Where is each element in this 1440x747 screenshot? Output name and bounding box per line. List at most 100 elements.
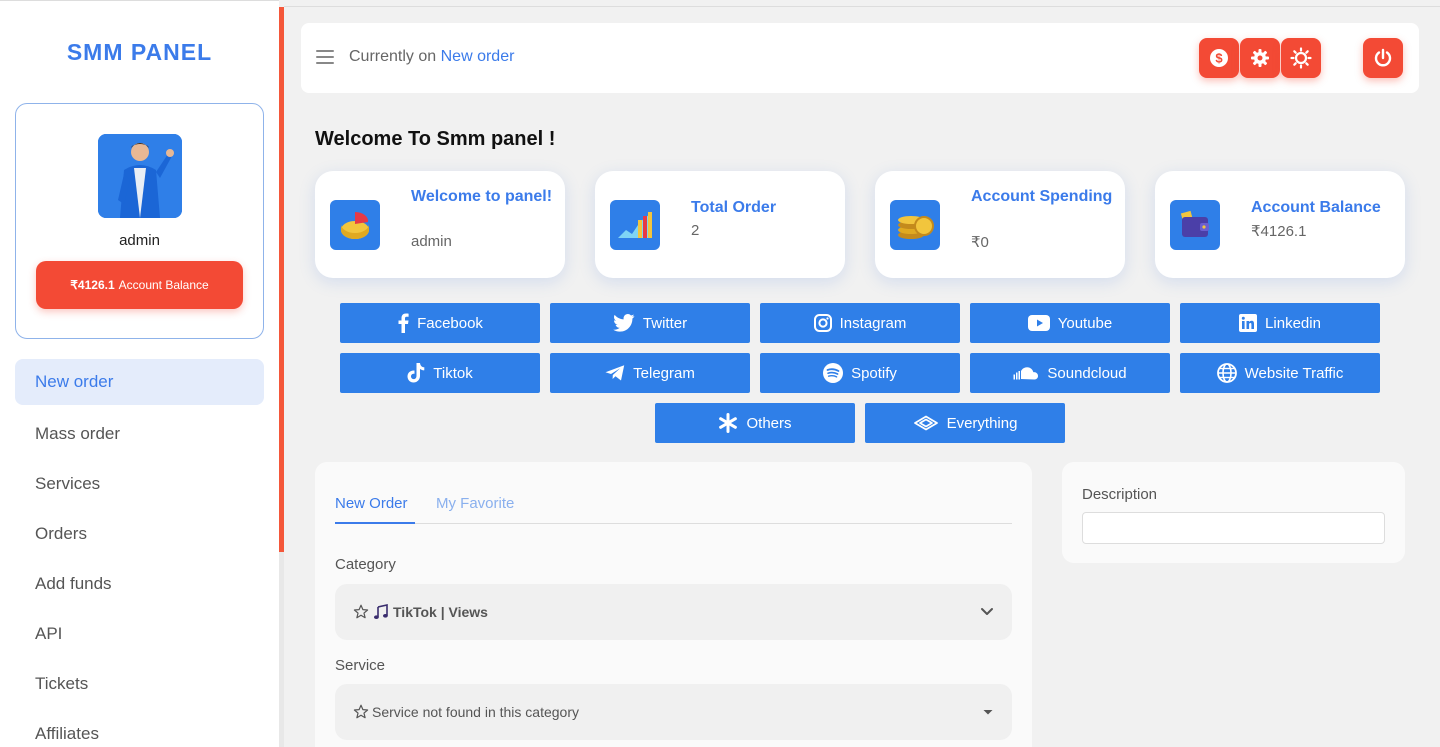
top-bar: Currently on New order $ <box>301 23 1419 93</box>
category-select-value: TikTok | Views <box>393 604 488 620</box>
brand-logo[interactable]: SMM PANEL <box>0 39 279 66</box>
description-field[interactable] <box>1082 512 1385 544</box>
category-button-others[interactable]: Others <box>655 403 855 443</box>
button-label: Others <box>746 414 792 432</box>
stat-card-total-order: Total Order 2 <box>595 171 845 278</box>
gear-icon <box>1251 49 1269 67</box>
description-card: Description <box>1062 462 1405 563</box>
bar-chart-icon <box>610 200 660 250</box>
sidebar-nav: New order Mass order Services Orders Add… <box>15 359 264 747</box>
button-label: Telegram <box>633 364 695 382</box>
balance-amount: ₹4126.1 <box>70 278 115 292</box>
sidebar: SMM PANEL admin ₹4126.1 Account Balance … <box>0 0 279 747</box>
service-label: Service <box>335 657 386 674</box>
service-select-value: Service not found in this category <box>372 704 580 720</box>
wallet-icon <box>1170 200 1220 250</box>
star-icon <box>353 704 369 719</box>
category-button-website-traffic[interactable]: Website Traffic <box>1180 353 1380 393</box>
stat-value: 2 <box>691 222 700 239</box>
sidebar-item-mass-order[interactable]: Mass order <box>15 409 264 459</box>
chevron-down-icon <box>981 608 993 615</box>
button-label: Twitter <box>642 314 688 332</box>
tab-new-order[interactable]: New Order <box>335 495 415 524</box>
account-balance-button[interactable]: ₹4126.1 Account Balance <box>36 261 243 309</box>
category-button-linkedin[interactable]: Linkedin <box>1180 303 1380 343</box>
button-label: Youtube <box>1057 314 1113 332</box>
telegram-icon <box>605 365 625 381</box>
new-order-card: New Order My Favorite Category TikTok | … <box>315 462 1032 747</box>
category-button-tiktok[interactable]: Tiktok <box>340 353 540 393</box>
welcome-heading: Welcome To Smm panel ! <box>315 128 556 150</box>
stat-title: Welcome to panel! <box>411 188 553 205</box>
category-button-twitter[interactable]: Twitter <box>550 303 750 343</box>
youtube-icon <box>1027 315 1050 331</box>
stat-title: Total Order <box>691 199 777 216</box>
profile-card: admin ₹4126.1 Account Balance <box>15 103 264 339</box>
tiktok-icon <box>407 363 425 383</box>
spotify-icon <box>823 363 844 383</box>
balance-label: Account Balance <box>118 278 209 292</box>
music-note-icon <box>374 604 388 619</box>
facebook-icon <box>398 313 409 333</box>
svg-text:$: $ <box>1215 51 1223 66</box>
sidebar-item-affiliates[interactable]: Affiliates <box>15 709 264 747</box>
button-label: Facebook <box>417 314 483 332</box>
asterisk-icon <box>719 413 738 433</box>
category-button-spotify[interactable]: Spotify <box>760 353 960 393</box>
sun-icon <box>1290 47 1312 69</box>
power-icon <box>1374 48 1392 67</box>
breadcrumb-prefix: Currently on <box>349 48 437 65</box>
breadcrumb-current-page[interactable]: New order <box>441 48 515 65</box>
sidebar-item-add-funds[interactable]: Add funds <box>15 559 264 609</box>
top-divider <box>284 6 1440 7</box>
sidebar-item-orders[interactable]: Orders <box>15 509 264 559</box>
logout-button[interactable] <box>1363 38 1403 78</box>
star-icon <box>353 604 369 619</box>
stat-title: Account Spending <box>971 188 1113 205</box>
stat-value: admin <box>411 233 452 250</box>
main-content: Currently on New order $ Welcome To Smm … <box>284 0 1440 747</box>
instagram-icon <box>813 314 832 332</box>
layers-icon <box>913 415 938 431</box>
category-label: Category <box>335 556 396 573</box>
add-funds-button[interactable]: $ <box>1199 38 1239 78</box>
category-button-youtube[interactable]: Youtube <box>970 303 1170 343</box>
dollar-icon: $ <box>1210 49 1228 67</box>
stat-card-account-balance: Account Balance ₹4126.1 <box>1155 171 1405 278</box>
category-button-everything[interactable]: Everything <box>865 403 1065 443</box>
category-select[interactable]: TikTok | Views <box>335 584 1012 640</box>
caret-down-icon <box>983 710 993 715</box>
category-button-instagram[interactable]: Instagram <box>760 303 960 343</box>
soundcloud-icon <box>1013 367 1039 380</box>
sidebar-item-api[interactable]: API <box>15 609 264 659</box>
category-button-telegram[interactable]: Telegram <box>550 353 750 393</box>
coins-icon <box>890 200 940 250</box>
profile-username: admin <box>119 232 160 249</box>
avatar <box>98 134 182 218</box>
description-label: Description <box>1082 486 1158 503</box>
category-button-facebook[interactable]: Facebook <box>340 303 540 343</box>
category-button-soundcloud[interactable]: Soundcloud <box>970 353 1170 393</box>
button-label: Instagram <box>839 314 907 332</box>
button-label: Soundcloud <box>1047 364 1127 382</box>
hamburger-menu-icon[interactable] <box>316 50 334 64</box>
sidebar-item-new-order[interactable]: New order <box>15 359 264 405</box>
sidebar-item-tickets[interactable]: Tickets <box>15 659 264 709</box>
order-tabs: New Order My Favorite <box>335 495 1012 524</box>
linkedin-icon <box>1239 314 1258 332</box>
breadcrumb: Currently on New order <box>349 48 514 66</box>
tab-my-favorite[interactable]: My Favorite <box>436 495 514 524</box>
button-label: Spotify <box>851 364 897 382</box>
globe-icon <box>1216 363 1237 383</box>
button-label: Linkedin <box>1265 314 1321 332</box>
sidebar-item-services[interactable]: Services <box>15 459 264 509</box>
stat-title: Account Balance <box>1251 199 1381 216</box>
button-label: Tiktok <box>433 364 473 382</box>
theme-toggle-button[interactable] <box>1281 38 1321 78</box>
twitter-icon <box>613 314 635 332</box>
stat-value: ₹4126.1 <box>1251 223 1307 240</box>
service-select[interactable]: Service not found in this category <box>335 684 1012 740</box>
stat-value: ₹0 <box>971 234 989 251</box>
stat-card-welcome: Welcome to panel! admin <box>315 171 565 278</box>
settings-button[interactable] <box>1240 38 1280 78</box>
